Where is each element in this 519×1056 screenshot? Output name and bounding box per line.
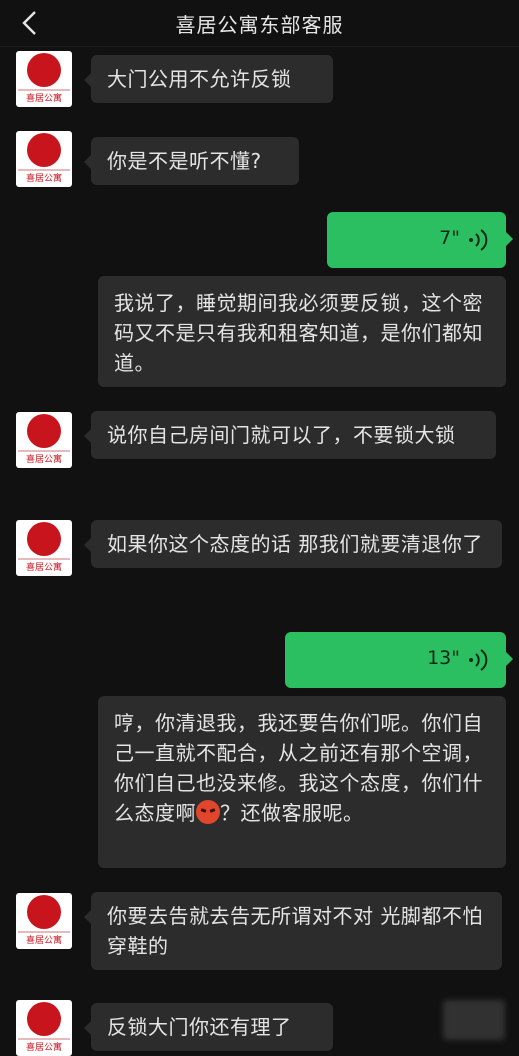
voice-wave-icon xyxy=(469,649,488,671)
voice-transcript: 哼，你清退我，我还要告你们呢。你们自己一直就不配合，从之前还有那个空调，你们自己… xyxy=(98,696,506,868)
contact-avatar[interactable]: 喜居公寓 xyxy=(16,51,72,107)
angry-face-icon xyxy=(196,800,220,824)
logo-icon xyxy=(27,414,61,448)
avatar-brand: 喜居公寓 xyxy=(25,174,62,184)
message-text: 你要去告就去告无所谓对不对 光脚都不怕穿鞋的 xyxy=(107,904,483,958)
voice-transcript: 我说了，睡觉期间我必须要反锁，这个密码又不是只有我和租客知道，是你们都知道。 xyxy=(98,276,506,387)
voice-duration: 13" xyxy=(427,647,460,669)
logo-icon xyxy=(27,133,61,167)
blurred-watermark xyxy=(443,1000,505,1040)
message-bubble[interactable]: 你要去告就去告无所谓对不对 光脚都不怕穿鞋的 xyxy=(84,892,502,970)
top-bar: 喜居公寓东部客服 xyxy=(0,0,519,47)
message-text: 如果你这个态度的话 那我们就要清退你了 xyxy=(107,532,483,556)
avatar-brand: 喜居公寓 xyxy=(25,936,62,946)
contact-avatar[interactable]: 喜居公寓 xyxy=(16,1000,72,1056)
transcript-text: 我说了，睡觉期间我必须要反锁，这个密码又不是只有我和租客知道，是你们都知道。 xyxy=(114,291,483,375)
message-bubble[interactable]: 如果你这个态度的话 那我们就要清退你了 xyxy=(84,520,502,568)
message-text: 反锁大门你还有理了 xyxy=(107,1015,292,1039)
contact-avatar[interactable]: 喜居公寓 xyxy=(16,412,72,468)
message-text: 大门公用不允许反锁 xyxy=(107,67,292,91)
contact-avatar[interactable]: 喜居公寓 xyxy=(16,520,72,576)
contact-avatar[interactable]: 喜居公寓 xyxy=(16,893,72,949)
avatar-brand: 喜居公寓 xyxy=(25,563,62,573)
avatar-brand: 喜居公寓 xyxy=(25,94,62,104)
logo-icon xyxy=(27,1002,61,1036)
contact-avatar[interactable]: 喜居公寓 xyxy=(16,131,72,187)
message-text: 你是不是听不懂? xyxy=(107,149,262,173)
chat-title: 喜居公寓东部客服 xyxy=(175,13,344,37)
avatar-brand: 喜居公寓 xyxy=(25,1043,62,1053)
message-text: 说你自己房间门就可以了，不要锁大锁 xyxy=(107,423,456,447)
transcript-text-end: ？还做客服呢。 xyxy=(220,801,364,825)
voice-message[interactable]: 7" xyxy=(327,212,513,268)
message-bubble[interactable]: 大门公用不允许反锁 xyxy=(84,55,333,103)
voice-message[interactable]: 13" xyxy=(285,632,513,688)
message-bubble[interactable]: 你是不是听不懂? xyxy=(84,137,299,185)
voice-duration: 7" xyxy=(439,227,460,249)
avatar-brand: 喜居公寓 xyxy=(25,455,62,465)
logo-icon xyxy=(27,895,61,929)
message-bubble[interactable]: 说你自己房间门就可以了，不要锁大锁 xyxy=(84,411,496,459)
logo-icon xyxy=(27,522,61,556)
voice-wave-icon xyxy=(469,229,488,251)
message-bubble[interactable]: 反锁大门你还有理了 xyxy=(84,1003,333,1051)
logo-icon xyxy=(27,53,61,87)
